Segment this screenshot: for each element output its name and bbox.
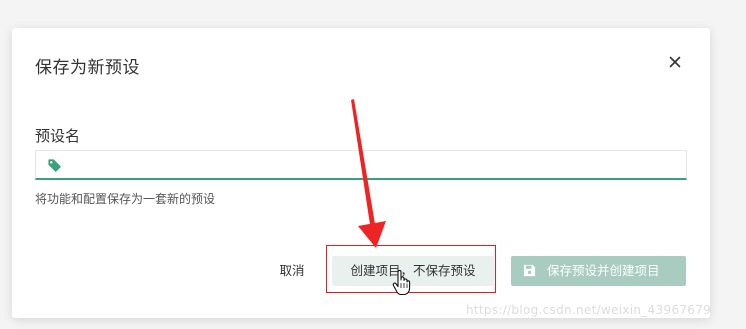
save-preset-and-create-label: 保存预设并创建项目	[547, 263, 660, 278]
preset-name-field[interactable]	[35, 150, 687, 180]
save-preset-dialog: 保存为新预设 预设名 将功能和配置保存为一套新的预设 取消 创建项目，不保存预设	[12, 28, 710, 318]
tag-icon	[48, 159, 61, 172]
help-text: 将功能和配置保存为一套新的预设	[35, 192, 216, 206]
preset-name-label: 预设名	[35, 127, 81, 145]
close-icon	[669, 56, 681, 68]
dialog-title: 保存为新预设	[35, 58, 140, 78]
screen: 保存为新预设 预设名 将功能和配置保存为一套新的预设 取消 创建项目，不保存预设	[0, 0, 746, 329]
save-icon	[523, 264, 536, 277]
save-preset-and-create-button[interactable]: 保存预设并创建项目	[511, 256, 686, 286]
close-button[interactable]	[666, 53, 684, 71]
cancel-button[interactable]: 取消	[268, 256, 316, 286]
watermark: https://blog.csdn.net/weixin_43967679	[466, 303, 712, 317]
preset-name-input[interactable]	[70, 151, 680, 178]
create-without-preset-button[interactable]: 创建项目，不保存预设	[332, 256, 494, 286]
